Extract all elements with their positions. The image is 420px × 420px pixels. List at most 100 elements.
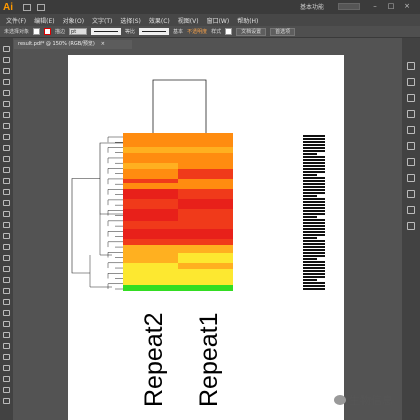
menu-help[interactable]: 帮助(H) xyxy=(237,16,258,25)
document-setup-button[interactable]: 文档设置 xyxy=(236,27,267,36)
close-icon[interactable]: × xyxy=(402,3,412,10)
menu-effect[interactable]: 效果(C) xyxy=(149,16,170,25)
preferences-button[interactable]: 首选项 xyxy=(270,27,296,36)
stroke-weight-dropdown[interactable]: pt xyxy=(69,28,88,35)
row-label xyxy=(303,276,325,278)
row-label xyxy=(303,171,325,173)
artboard-tool-icon[interactable] xyxy=(3,310,10,316)
row-label xyxy=(303,273,325,275)
arrange-documents-icon[interactable] xyxy=(37,3,45,11)
column-graph-tool-icon[interactable] xyxy=(3,299,10,305)
opacity-label[interactable]: 不透明度 xyxy=(187,28,207,35)
scale-tool-icon[interactable] xyxy=(3,189,10,195)
slice-tool-icon[interactable] xyxy=(3,321,10,327)
rotate-tool-icon[interactable] xyxy=(3,178,10,184)
pen-tool-icon[interactable] xyxy=(3,90,10,96)
perspective-grid-tool-icon[interactable] xyxy=(3,233,10,239)
search-field[interactable] xyxy=(338,3,360,10)
minimize-icon[interactable]: – xyxy=(370,3,380,10)
graphic-styles-panel-icon[interactable] xyxy=(407,190,415,198)
menu-object[interactable]: 对象(O) xyxy=(63,16,84,25)
gradient-panel-icon[interactable] xyxy=(407,142,415,150)
row-label xyxy=(303,180,325,182)
magic-wand-tool-icon[interactable] xyxy=(3,68,10,74)
shape-builder-tool-icon[interactable] xyxy=(3,222,10,228)
row-label xyxy=(303,153,317,155)
heatmap-cell xyxy=(178,285,233,291)
zoom-tool-icon[interactable] xyxy=(3,343,10,349)
row-label xyxy=(303,159,325,161)
maximize-icon[interactable]: □ xyxy=(386,3,396,10)
width-tool-icon[interactable] xyxy=(3,200,10,206)
stroke-swatch[interactable] xyxy=(44,28,52,35)
workspace-switcher[interactable]: 基本功能 xyxy=(300,2,324,11)
row-label xyxy=(303,231,325,233)
mesh-tool-icon[interactable] xyxy=(3,244,10,250)
heatmap-cell xyxy=(178,153,233,163)
brushes-panel-icon[interactable] xyxy=(407,94,415,102)
line-segment-tool-icon[interactable] xyxy=(3,112,10,118)
row-label xyxy=(303,264,325,266)
layers-panel-icon[interactable] xyxy=(407,206,415,214)
bridge-icon[interactable] xyxy=(23,3,31,11)
heatmap-cell xyxy=(123,199,178,209)
transparency-panel-icon[interactable] xyxy=(407,158,415,166)
style-swatch[interactable] xyxy=(225,28,233,35)
menu-select[interactable]: 选择(S) xyxy=(120,16,141,25)
hand-tool-icon[interactable] xyxy=(3,332,10,338)
artboards-panel-icon[interactable] xyxy=(407,222,415,230)
eyedropper-tool-icon[interactable] xyxy=(3,266,10,272)
heatmap-cell xyxy=(123,253,178,263)
selection-tool-icon[interactable] xyxy=(3,46,10,52)
direct-selection-tool-icon[interactable] xyxy=(3,57,10,63)
menu-window[interactable]: 窗口(W) xyxy=(207,16,230,25)
color-panel-icon[interactable] xyxy=(407,62,415,70)
row-label xyxy=(303,237,317,239)
pencil-tool-icon[interactable] xyxy=(3,145,10,151)
paintbrush-tool-icon[interactable] xyxy=(3,134,10,140)
drawing-mode-tool-icon[interactable] xyxy=(3,387,10,393)
lasso-tool-icon[interactable] xyxy=(3,79,10,85)
symbols-panel-icon[interactable] xyxy=(407,110,415,118)
fill-stroke-tool-icon[interactable] xyxy=(3,354,10,360)
symbol-sprayer-tool-icon[interactable] xyxy=(3,288,10,294)
heatmap-cell xyxy=(178,209,233,221)
brush-definition[interactable] xyxy=(139,28,170,35)
swap-colors-tool-icon[interactable] xyxy=(3,365,10,371)
canvas[interactable]: Repeat2 Repeat1 xyxy=(13,49,401,420)
heatmap-cell xyxy=(178,245,233,253)
artboard: Repeat2 Repeat1 xyxy=(68,55,344,420)
panel-dock xyxy=(402,38,420,420)
document-tab[interactable]: result.pdf* @ 150% (RGB/预览) × xyxy=(14,40,132,49)
column-label-repeat2: Repeat2 xyxy=(140,312,168,407)
blob-brush-tool-icon[interactable] xyxy=(3,156,10,162)
close-tab-icon[interactable]: × xyxy=(101,41,105,47)
row-dendrogram xyxy=(71,136,123,290)
menu-type[interactable]: 文字(T) xyxy=(92,16,112,25)
menu-edit[interactable]: 编辑(E) xyxy=(34,16,54,25)
row-label xyxy=(303,174,317,176)
heatmap-cell xyxy=(123,269,178,279)
blend-tool-icon[interactable] xyxy=(3,277,10,283)
stroke-panel-icon[interactable] xyxy=(407,126,415,134)
fill-swatch[interactable] xyxy=(33,28,41,35)
screen-mode-tool-icon[interactable] xyxy=(3,398,10,404)
type-tool-icon[interactable] xyxy=(3,101,10,107)
menu-view[interactable]: 视图(V) xyxy=(178,16,199,25)
row-label xyxy=(303,234,325,236)
rectangle-tool-icon[interactable] xyxy=(3,123,10,129)
title-bar: Ai 基本功能 – □ × xyxy=(0,0,420,14)
eraser-tool-icon[interactable] xyxy=(3,167,10,173)
swatches-panel-icon[interactable] xyxy=(407,78,415,86)
free-transform-tool-icon[interactable] xyxy=(3,211,10,217)
row-label xyxy=(303,210,325,212)
variable-width-profile[interactable] xyxy=(91,28,122,35)
heatmap-cell xyxy=(123,229,178,239)
row-label xyxy=(303,201,325,203)
color-mode-tool-icon[interactable] xyxy=(3,376,10,382)
gradient-tool-icon[interactable] xyxy=(3,255,10,261)
heatmap-cell xyxy=(178,133,233,147)
menu-file[interactable]: 文件(F) xyxy=(6,16,26,25)
heatmap-cell xyxy=(123,153,178,163)
appearance-panel-icon[interactable] xyxy=(407,174,415,182)
